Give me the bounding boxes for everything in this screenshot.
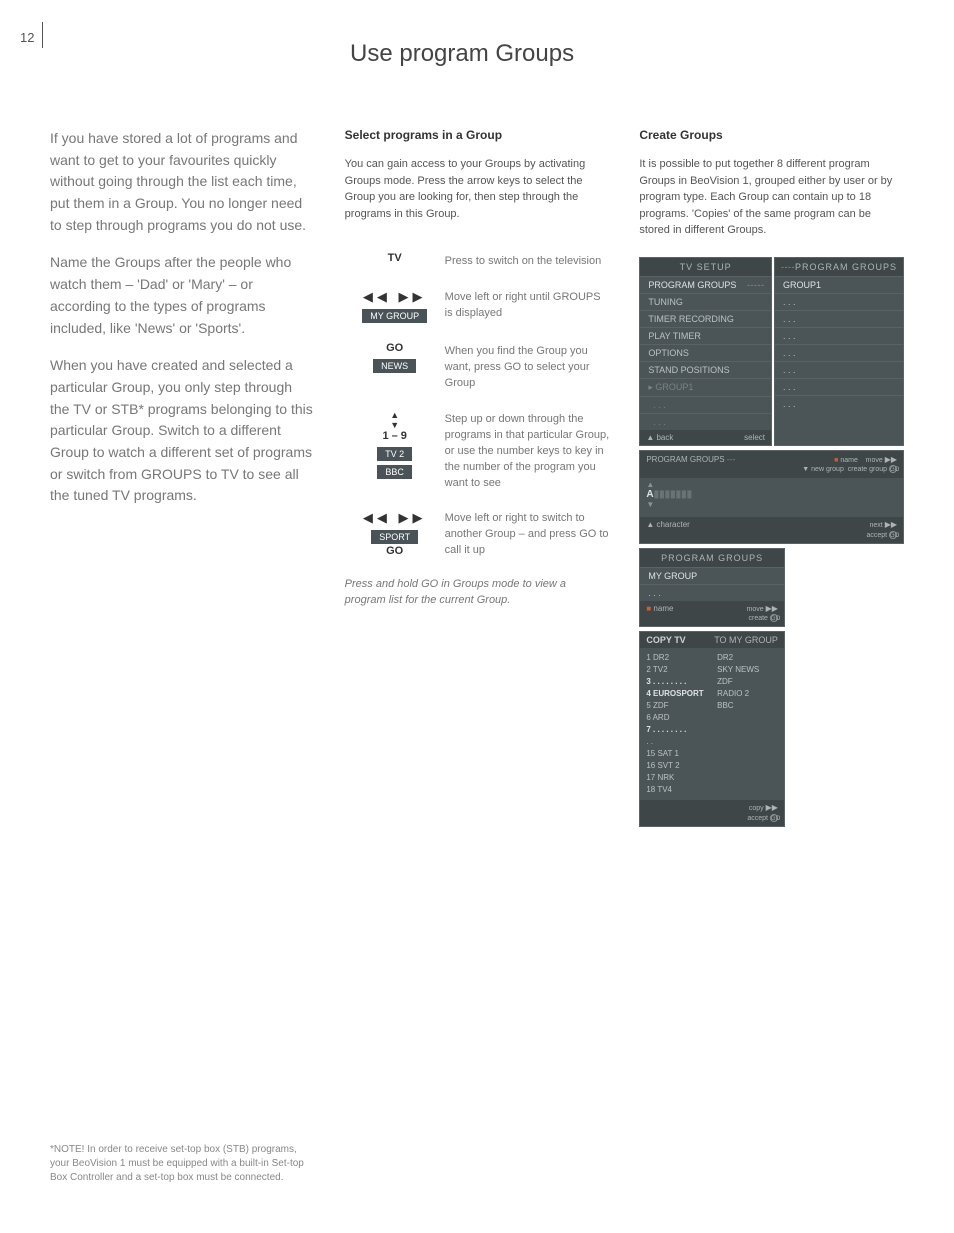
osd-strip-move: move — [866, 457, 883, 464]
desc-tv: Press to switch on the television — [445, 252, 602, 270]
osd-item-tuning: TUNING — [648, 297, 683, 307]
intro-p3: When you have created and selected a par… — [50, 355, 315, 507]
desc-sport: Move left or right to switch to another … — [445, 509, 610, 559]
chip-news: NEWS — [373, 359, 416, 373]
create-lead: It is possible to put together 8 differe… — [639, 156, 904, 239]
osd-copy-label: copy — [749, 805, 764, 812]
key-1-9: 1 – 9 — [345, 430, 445, 442]
osd-tomygroup: TO MY GROUP — [714, 635, 778, 645]
osd-strip-newgroup: new group — [811, 466, 844, 473]
osd-strip-pg: PROGRAM GROUPS — [646, 455, 724, 464]
desc-mygroup: Move left or right until GROUPS is displ… — [445, 288, 610, 322]
create-title: Create Groups — [639, 128, 904, 142]
osd-char-a: A — [646, 489, 653, 500]
osd-copytv-panel: COPY TV TO MY GROUP 1 DR2 2 TV2 3 . . . … — [639, 631, 785, 827]
desc-updown: Step up or down through the programs in … — [445, 410, 610, 492]
osd-item-timer-rec: TIMER RECORDING — [648, 314, 734, 324]
key-go-1: GO — [345, 342, 445, 354]
select-column: Select programs in a Group You can gain … — [345, 128, 610, 827]
key-down: ▼ — [345, 420, 445, 430]
osd-strip-creategroup: create group — [848, 466, 887, 473]
intro-p2: Name the Groups after the people who wat… — [50, 252, 315, 339]
osd-select: select — [744, 433, 765, 442]
chip-sport: SPORT — [371, 530, 418, 544]
osd-mygroup-panel: PROGRAM GROUPS MY GROUP . . . ■ name mov… — [639, 548, 785, 628]
create-column: Create Groups It is possible to put toge… — [639, 128, 904, 827]
osd-item-options: OPTIONS — [648, 348, 689, 358]
step-tv: TV Press to switch on the television — [345, 252, 610, 270]
osd-name-2: name — [653, 604, 673, 613]
osd-mygroup-header: PROGRAM GROUPS — [640, 549, 784, 567]
osd-copytv-label: COPY TV — [646, 635, 685, 645]
osd-program-groups-panel: - - - - PROGRAM GROUPS GROUP1 . . . . . … — [774, 257, 904, 446]
osd-accept-2: accept — [747, 815, 768, 822]
osd-mygroup-label: MY GROUP — [648, 571, 697, 581]
osd-item-group1: ▸ GROUP1 — [648, 382, 693, 393]
osd-item-stand: STAND POSITIONS — [648, 365, 729, 375]
footnote: *NOTE! In order to receive set-top box (… — [50, 1143, 310, 1185]
osd-back: back — [656, 433, 673, 442]
osd-rename-strip: PROGRAM GROUPS - - - ■ name move ▶▶ ▼ ne… — [639, 450, 904, 544]
page-number: 12 — [20, 30, 34, 45]
step-mygroup: ◀◀ ▶▶ MY GROUP Move left or right until … — [345, 288, 610, 324]
osd-item-play-timer: PLAY TIMER — [648, 331, 701, 341]
osd-group1-label: GROUP1 — [783, 280, 821, 290]
osd-strip-name: name — [840, 457, 858, 464]
osd-item-program-groups: PROGRAM GROUPS — [648, 280, 736, 290]
osd-character: character — [656, 520, 689, 529]
key-go-2: GO — [345, 545, 445, 557]
key-lr-1: ◀◀ ▶▶ — [363, 289, 427, 304]
osd-tvsetup-header: TV SETUP — [640, 258, 771, 276]
copy-left-col: 1 DR2 2 TV2 3 . . . . . . . . 4 EUROSPOR… — [646, 652, 707, 796]
select-lead: You can gain access to your Groups by ac… — [345, 156, 610, 222]
chip-bbc: BBC — [377, 465, 412, 479]
chip-tv2: TV 2 — [377, 447, 412, 461]
select-title: Select programs in a Group — [345, 128, 610, 142]
page-number-divider — [42, 22, 43, 48]
key-up: ▲ — [345, 410, 445, 420]
intro-p1: If you have stored a lot of programs and… — [50, 128, 315, 236]
select-note: Press and hold GO in Groups mode to view… — [345, 577, 610, 609]
osd-move-2: move — [747, 606, 764, 613]
step-go-news: GO NEWS When you find the Group you want… — [345, 342, 610, 392]
chip-mygroup: MY GROUP — [362, 309, 427, 323]
intro-column: If you have stored a lot of programs and… — [50, 128, 315, 827]
osd-next: next — [870, 522, 883, 529]
page-title: Use program Groups — [50, 40, 904, 68]
key-tv: TV — [345, 252, 445, 264]
osd-pg-header: PROGRAM GROUPS — [795, 262, 897, 272]
step-sport: ◀◀ ▶▶ SPORT GO Move left or right to swi… — [345, 509, 610, 559]
copy-right-col: DR2 SKY NEWS ZDF RADIO 2 BBC — [717, 652, 778, 796]
osd-accept-1: accept — [866, 531, 887, 538]
desc-go-news: When you find the Group you want, press … — [445, 342, 610, 392]
osd-tv-setup: TV SETUP PROGRAM GROUPS- - - - - TUNING … — [639, 257, 772, 446]
step-updown: ▲ ▼ 1 – 9 TV 2 BBC Step up or down throu… — [345, 410, 610, 492]
key-lr-2: ◀◀ ▶▶ — [363, 510, 427, 525]
osd-create-2: create — [748, 615, 767, 622]
